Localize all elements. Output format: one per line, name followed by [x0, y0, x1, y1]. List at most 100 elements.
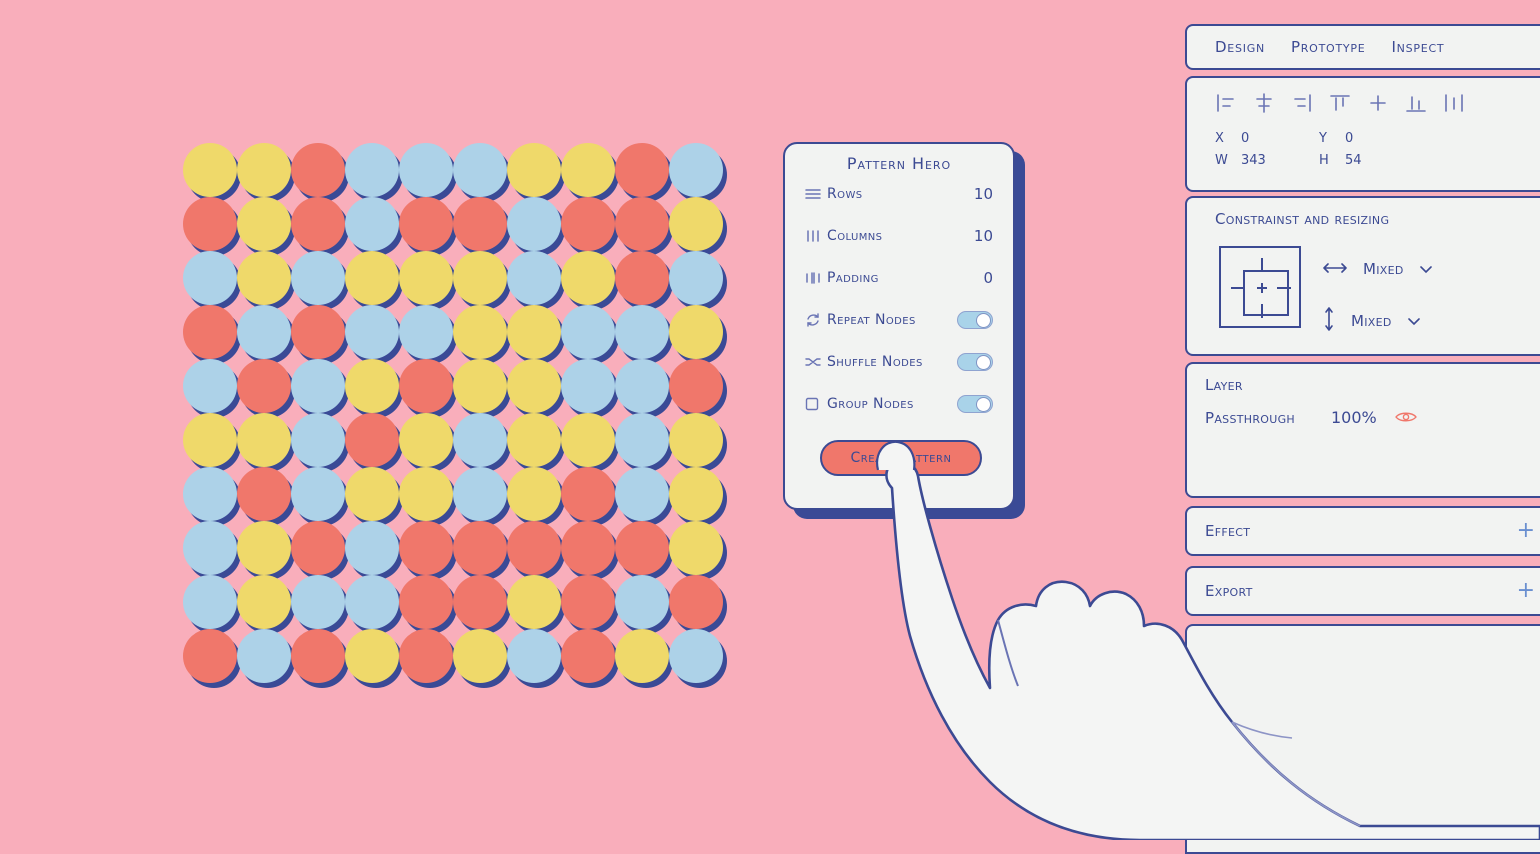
setting-row[interactable]: Repeat Nodes [785, 299, 1013, 341]
grid-cell[interactable] [291, 521, 345, 575]
setting-toggle[interactable] [957, 353, 993, 371]
grid-cell[interactable] [399, 251, 453, 305]
grid-cell[interactable] [615, 521, 669, 575]
grid-cell[interactable] [291, 413, 345, 467]
grid-cell[interactable] [453, 629, 507, 683]
grid-cell[interactable] [183, 521, 237, 575]
grid-cell[interactable] [237, 413, 291, 467]
grid-cell[interactable] [561, 251, 615, 305]
setting-row[interactable]: Padding 0 [785, 257, 1013, 299]
grid-cell[interactable] [237, 305, 291, 359]
grid-cell[interactable] [237, 143, 291, 197]
grid-cell[interactable] [453, 305, 507, 359]
distribute-horizontal-icon[interactable] [1443, 92, 1465, 114]
grid-cell[interactable] [183, 251, 237, 305]
grid-cell[interactable] [507, 197, 561, 251]
grid-cell[interactable] [507, 413, 561, 467]
align-left-icon[interactable] [1215, 92, 1237, 114]
grid-cell[interactable] [345, 143, 399, 197]
plus-icon[interactable]: + [1517, 580, 1535, 602]
grid-cell[interactable] [345, 359, 399, 413]
grid-cell[interactable] [561, 359, 615, 413]
grid-cell[interactable] [615, 413, 669, 467]
grid-cell[interactable] [615, 575, 669, 629]
align-top-icon[interactable] [1329, 92, 1351, 114]
grid-cell[interactable] [453, 197, 507, 251]
grid-cell[interactable] [507, 143, 561, 197]
setting-row[interactable]: Columns 10 [785, 215, 1013, 257]
grid-cell[interactable] [183, 575, 237, 629]
tab-design[interactable]: Design [1215, 38, 1265, 56]
grid-cell[interactable] [399, 197, 453, 251]
grid-cell[interactable] [399, 143, 453, 197]
grid-cell[interactable] [183, 359, 237, 413]
grid-cell[interactable] [237, 197, 291, 251]
grid-cell[interactable] [507, 521, 561, 575]
grid-cell[interactable] [399, 305, 453, 359]
grid-cell[interactable] [669, 143, 723, 197]
grid-cell[interactable] [615, 251, 669, 305]
grid-cell[interactable] [561, 521, 615, 575]
vertical-constraint-row[interactable]: Mixed [1323, 306, 1420, 336]
grid-cell[interactable] [183, 143, 237, 197]
grid-cell[interactable] [669, 467, 723, 521]
grid-cell[interactable] [561, 413, 615, 467]
setting-row[interactable]: Group Nodes [785, 383, 1013, 425]
grid-cell[interactable] [453, 521, 507, 575]
x-field[interactable]: 0 [1241, 128, 1319, 150]
grid-cell[interactable] [345, 197, 399, 251]
grid-cell[interactable] [615, 305, 669, 359]
align-right-icon[interactable] [1291, 92, 1313, 114]
grid-cell[interactable] [291, 575, 345, 629]
grid-cell[interactable] [183, 629, 237, 683]
setting-value[interactable]: 10 [974, 185, 993, 203]
grid-cell[interactable] [453, 467, 507, 521]
tab-prototype[interactable]: Prototype [1291, 38, 1366, 56]
grid-cell[interactable] [399, 467, 453, 521]
grid-cell[interactable] [399, 521, 453, 575]
grid-cell[interactable] [291, 467, 345, 521]
grid-cell[interactable] [669, 521, 723, 575]
grid-cell[interactable] [399, 575, 453, 629]
grid-cell[interactable] [453, 575, 507, 629]
grid-cell[interactable] [237, 467, 291, 521]
grid-cell[interactable] [615, 467, 669, 521]
grid-cell[interactable] [345, 251, 399, 305]
setting-toggle[interactable] [957, 311, 993, 329]
grid-cell[interactable] [615, 197, 669, 251]
grid-cell[interactable] [237, 521, 291, 575]
grid-cell[interactable] [399, 413, 453, 467]
w-field[interactable]: 343 [1241, 150, 1319, 172]
grid-cell[interactable] [669, 575, 723, 629]
grid-cell[interactable] [669, 197, 723, 251]
y-field[interactable]: 0 [1345, 128, 1423, 150]
grid-cell[interactable] [399, 629, 453, 683]
grid-cell[interactable] [615, 629, 669, 683]
grid-cell[interactable] [507, 305, 561, 359]
h-field[interactable]: 54 [1345, 150, 1423, 172]
setting-toggle[interactable] [957, 395, 993, 413]
grid-cell[interactable] [237, 575, 291, 629]
grid-cell[interactable] [561, 305, 615, 359]
grid-cell[interactable] [291, 305, 345, 359]
setting-row[interactable]: Rows 10 [785, 173, 1013, 215]
grid-cell[interactable] [669, 359, 723, 413]
grid-cell[interactable] [561, 575, 615, 629]
grid-cell[interactable] [453, 143, 507, 197]
grid-cell[interactable] [291, 143, 345, 197]
grid-cell[interactable] [345, 413, 399, 467]
grid-cell[interactable] [345, 521, 399, 575]
grid-cell[interactable] [291, 359, 345, 413]
grid-cell[interactable] [345, 575, 399, 629]
grid-cell[interactable] [345, 305, 399, 359]
setting-value[interactable]: 10 [974, 227, 993, 245]
constraints-diagram[interactable] [1219, 246, 1301, 328]
grid-cell[interactable] [507, 359, 561, 413]
grid-cell[interactable] [615, 359, 669, 413]
grid-cell[interactable] [237, 359, 291, 413]
grid-cell[interactable] [615, 143, 669, 197]
grid-cell[interactable] [561, 197, 615, 251]
grid-cell[interactable] [453, 413, 507, 467]
grid-cell[interactable] [561, 467, 615, 521]
grid-cell[interactable] [237, 251, 291, 305]
